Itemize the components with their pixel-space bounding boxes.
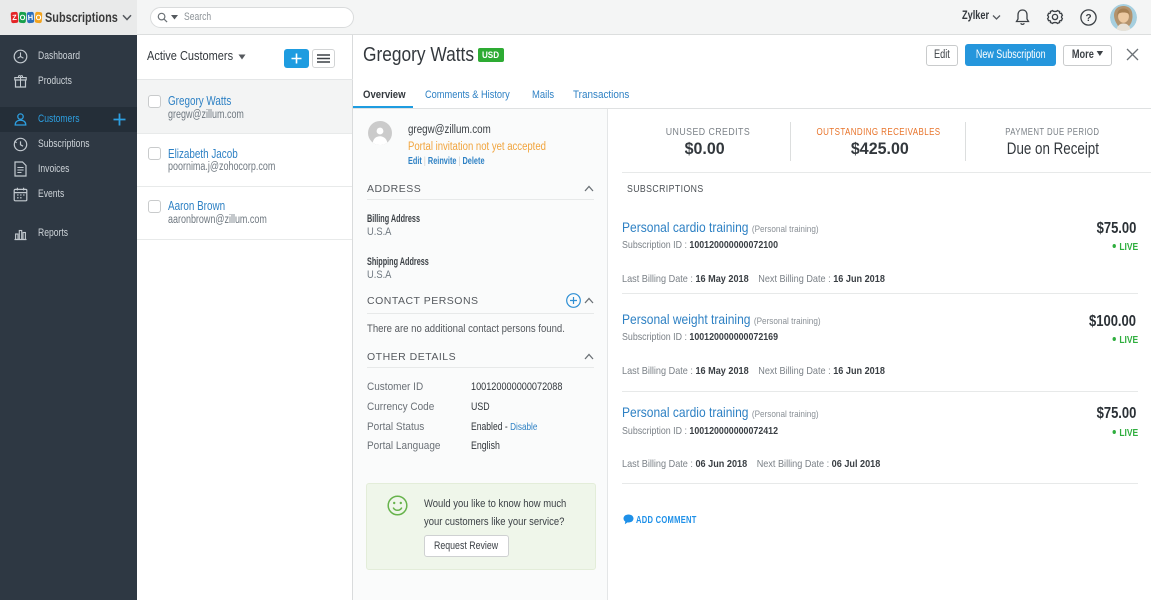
svg-text:?: ? (1085, 13, 1091, 24)
